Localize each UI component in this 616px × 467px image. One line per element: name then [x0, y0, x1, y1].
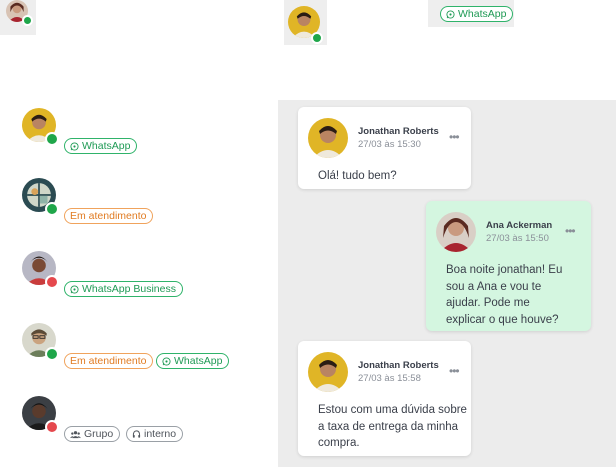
message-card: Jonathan Roberts 27/03 às 15:30 ••• Olá!…: [298, 107, 471, 189]
top-avatar-tile: [0, 0, 36, 35]
avatar: [436, 212, 476, 252]
whatsapp-business-badge: WhatsApp Business: [64, 281, 183, 297]
online-status-dot: [45, 132, 59, 146]
badge-label: interno: [144, 428, 177, 440]
internal-badge: interno: [126, 426, 184, 442]
offline-status-dot: [45, 420, 59, 434]
message-timestamp: 27/03 às 15:50: [486, 233, 549, 244]
badge-label: WhatsApp: [174, 355, 223, 367]
online-status-dot: [311, 32, 323, 44]
badge-label: Grupo: [84, 428, 114, 440]
message-text: Boa noite jonathan! Eu sou a Ana e vou t…: [446, 264, 563, 326]
more-options-icon[interactable]: •••: [449, 364, 460, 378]
online-status-dot: [45, 347, 59, 361]
badge-label: Em atendimento: [70, 210, 147, 222]
whatsapp-icon: [70, 141, 79, 151]
group-icon: [70, 430, 81, 438]
avatar: [308, 352, 348, 392]
more-options-icon[interactable]: •••: [565, 224, 576, 238]
message-timestamp: 27/03 às 15:58: [358, 373, 421, 384]
whatsapp-badge: WhatsApp: [64, 138, 138, 154]
badge-label: WhatsApp: [458, 8, 507, 20]
offline-status-dot: [45, 275, 59, 289]
badge-label: Em atendimento: [70, 355, 147, 367]
whatsapp-icon: [70, 284, 79, 294]
whatsapp-icon: [446, 9, 455, 19]
whatsapp-badge: WhatsApp: [440, 6, 514, 22]
headset-icon: [132, 429, 141, 438]
attending-badge: Em atendimento: [64, 208, 154, 224]
badge-label: WhatsApp: [82, 140, 131, 152]
group-badge: Grupo: [64, 426, 121, 442]
online-status-dot: [22, 15, 33, 26]
badge-label: WhatsApp Business: [82, 283, 176, 295]
message-timestamp: 27/03 às 15:30: [358, 139, 421, 150]
whatsapp-badge: WhatsApp: [156, 353, 230, 369]
message-author: Jonathan Roberts: [358, 126, 439, 137]
message-text: Estou com uma dúvida sobre a taxa de ent…: [318, 404, 467, 449]
message-author: Jonathan Roberts: [358, 360, 439, 371]
message-author: Ana Ackerman: [486, 220, 553, 231]
online-status-dot: [45, 202, 59, 216]
avatar: [308, 118, 348, 158]
more-options-icon[interactable]: •••: [449, 130, 460, 144]
attending-badge: Em atendimento: [64, 353, 154, 369]
message-card: Jonathan Roberts 27/03 às 15:58 ••• Esto…: [298, 341, 471, 456]
message-text: Olá! tudo bem?: [318, 170, 397, 182]
top-avatar-tile-2: [284, 0, 327, 45]
whatsapp-icon: [162, 356, 171, 366]
message-card-own: Ana Ackerman 27/03 às 15:50 ••• Boa noit…: [426, 201, 591, 331]
